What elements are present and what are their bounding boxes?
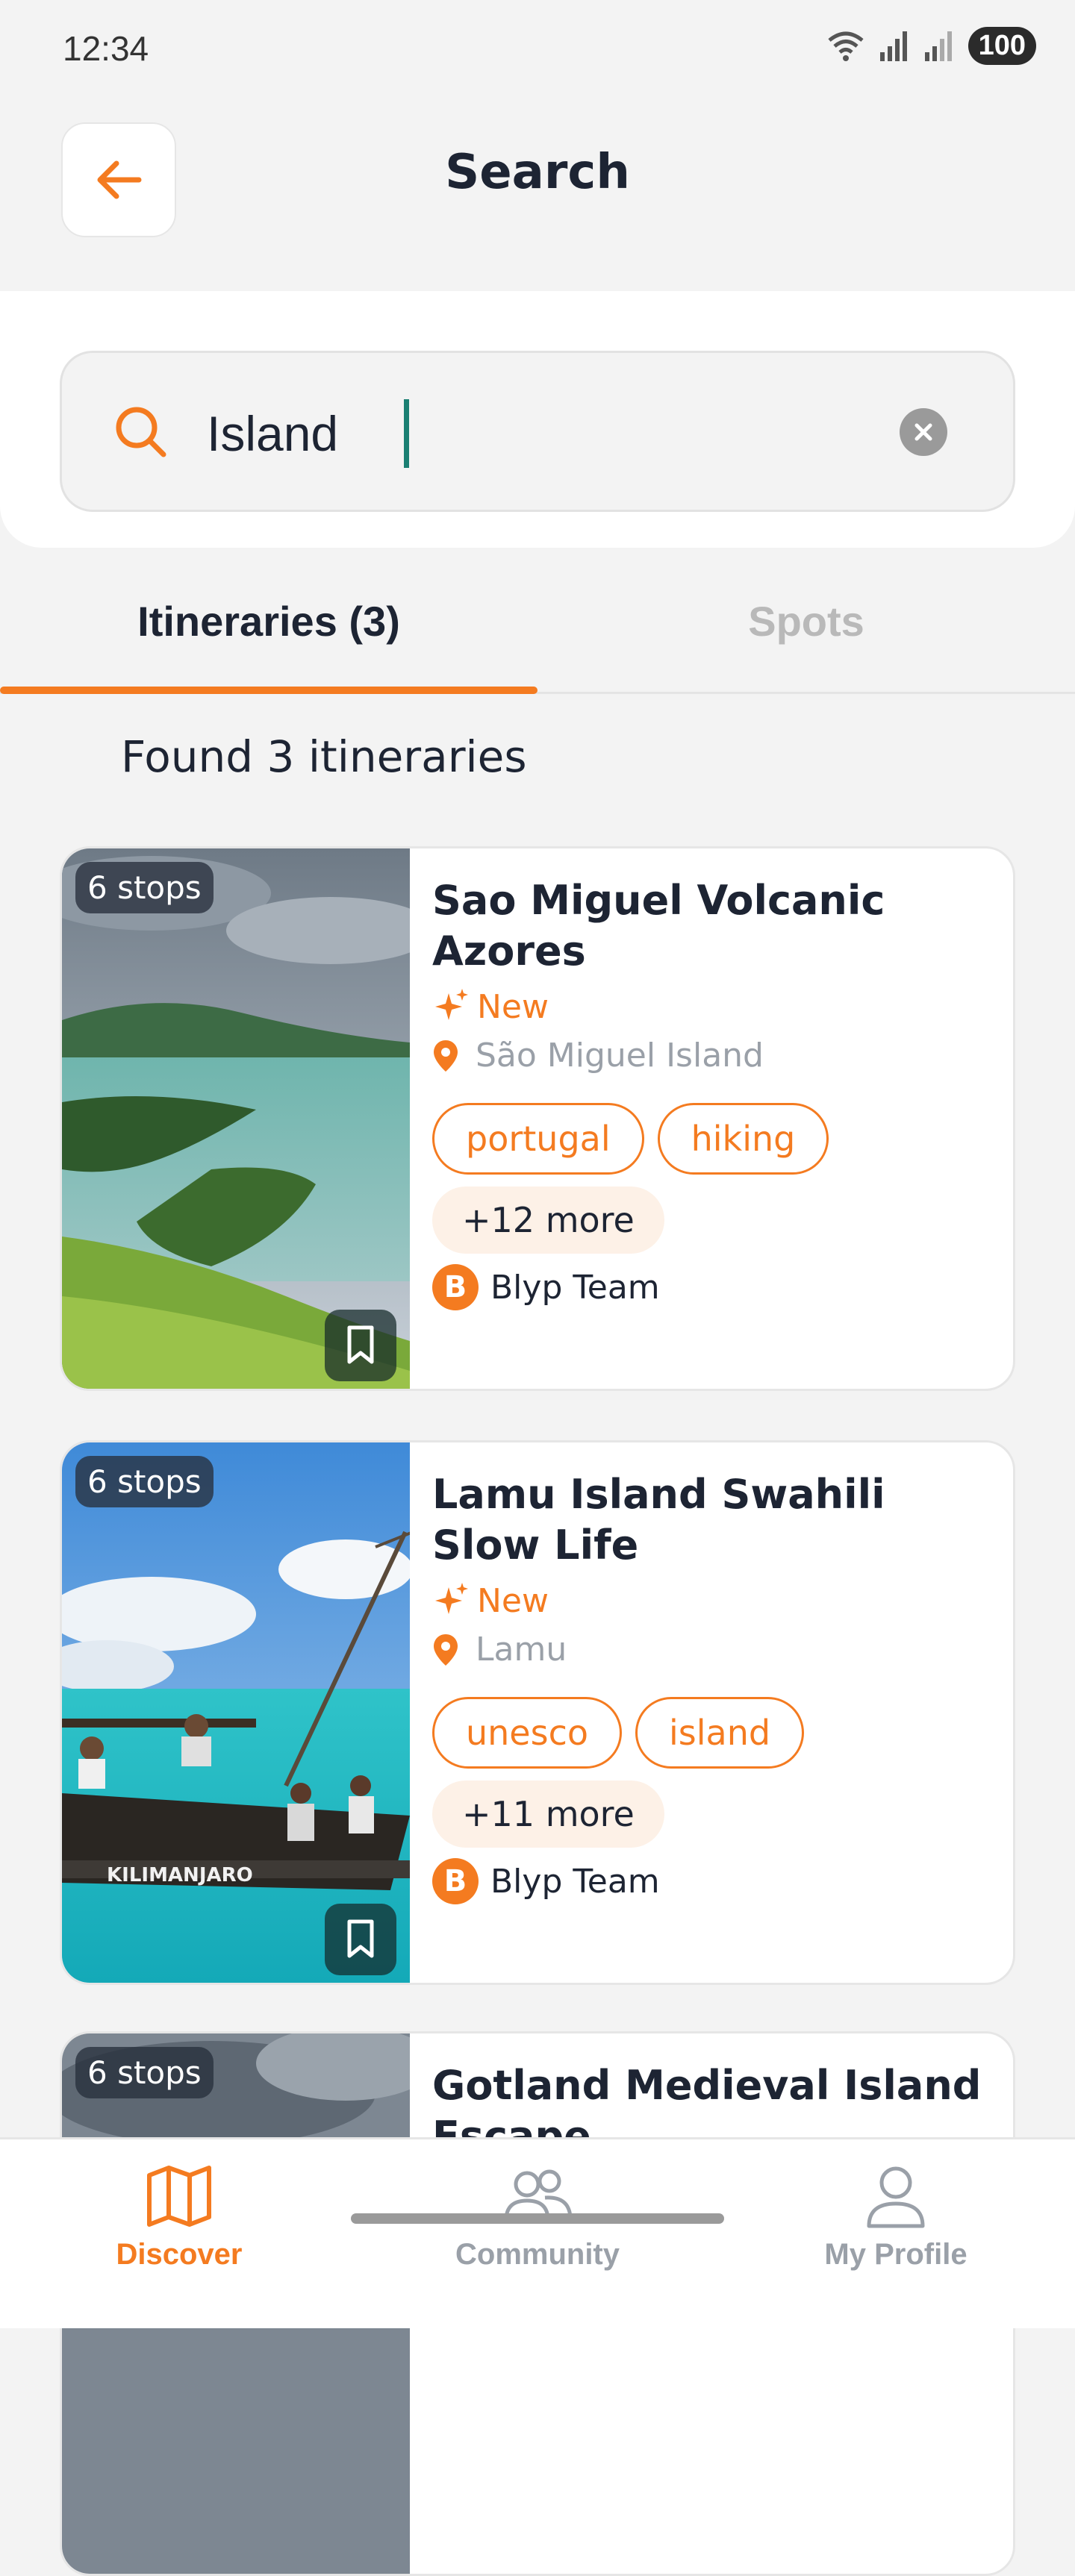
bookmark-button[interactable]: [325, 1904, 396, 1975]
new-badge: New: [432, 1581, 992, 1620]
sparkle-icon: [435, 1583, 468, 1614]
tag-chip[interactable]: unesco: [432, 1697, 623, 1769]
stops-badge: 6 stops: [75, 862, 214, 913]
bookmark-icon: [347, 1325, 374, 1364]
status-time: 12:34: [63, 29, 149, 68]
tab-itineraries[interactable]: Itineraries (3): [0, 548, 538, 694]
more-tags-chip[interactable]: +12 more: [432, 1187, 664, 1254]
search-icon: [116, 407, 166, 457]
location-row: São Miguel Island: [432, 1037, 992, 1075]
itinerary-image: KILIMANJARO 6 stops: [62, 1442, 410, 1983]
tab-spots[interactable]: Spots: [538, 548, 1075, 694]
location-row: Lamu: [432, 1631, 992, 1669]
itinerary-card[interactable]: 6 stops Sao Miguel Volcanic Azores New S…: [60, 846, 1015, 1391]
author-logo: B: [432, 1264, 479, 1310]
tag-chip[interactable]: portugal: [432, 1103, 644, 1175]
page-title: Search: [445, 145, 630, 200]
bookmark-button[interactable]: [325, 1310, 396, 1381]
tag-chip[interactable]: island: [635, 1697, 805, 1769]
map-icon: [147, 2166, 211, 2227]
author-logo: B: [432, 1858, 479, 1904]
itinerary-info: Lamu Island Swahili Slow Life New Lamu u…: [432, 1469, 992, 1904]
signal-icon: [879, 31, 907, 61]
tag-chip[interactable]: hiking: [657, 1103, 829, 1175]
lake-landscape-image: [62, 848, 410, 1389]
location-pin-icon: [434, 1040, 458, 1072]
more-tags-chip[interactable]: +11 more: [432, 1781, 664, 1848]
search-panel: Island: [0, 291, 1075, 548]
result-summary: Found 3 itineraries: [121, 731, 527, 782]
text-caret: [404, 399, 409, 468]
nav-my-profile[interactable]: My Profile: [717, 2139, 1075, 2289]
top-bar: Search: [0, 101, 1075, 291]
wifi-icon: [828, 31, 864, 61]
itinerary-title: Lamu Island Swahili Slow Life: [432, 1471, 885, 1569]
person-icon: [867, 2166, 925, 2228]
author-row: B Blyp Team: [432, 1264, 992, 1310]
clear-search-button[interactable]: [900, 408, 947, 456]
itinerary-info: Sao Miguel Volcanic Azores New São Migue…: [432, 875, 992, 1310]
new-badge: New: [432, 987, 992, 1026]
search-box[interactable]: Island: [60, 351, 1015, 512]
location-pin-icon: [434, 1634, 458, 1666]
sparkle-icon: [435, 989, 468, 1020]
nav-discover[interactable]: Discover: [0, 2139, 358, 2289]
home-indicator[interactable]: [351, 2213, 724, 2224]
author-name: Blyp Team: [490, 1862, 660, 1901]
search-input[interactable]: Island: [207, 392, 338, 475]
result-tabs: Itineraries (3) Spots: [0, 548, 1075, 694]
tag-list: portugal hiking: [432, 1103, 992, 1175]
nav-label: My Profile: [824, 2238, 968, 2271]
clear-icon: [914, 423, 932, 441]
itinerary-card[interactable]: KILIMANJARO 6 stops Lamu Island Swahili …: [60, 1440, 1015, 1985]
new-label: New: [477, 987, 549, 1026]
new-label: New: [477, 1581, 549, 1620]
bottom-nav: Discover Community My Profile: [0, 2137, 1075, 2328]
tab-indicator: [0, 687, 538, 694]
author-name: Blyp Team: [490, 1268, 660, 1307]
dhow-boat-image: KILIMANJARO: [62, 1442, 410, 1983]
author-row: B Blyp Team: [432, 1858, 992, 1904]
bookmark-icon: [347, 1919, 374, 1958]
nav-label: Community: [455, 2238, 620, 2271]
signal-icon: [924, 31, 952, 61]
itinerary-title: Sao Miguel Volcanic Azores: [432, 877, 885, 975]
location-label: São Miguel Island: [476, 1037, 764, 1075]
stops-badge: 6 stops: [75, 1456, 214, 1507]
tag-list: unesco island: [432, 1697, 992, 1769]
battery-icon: 100: [968, 27, 1036, 65]
itinerary-image: 6 stops: [62, 848, 410, 1389]
status-icons: 100: [826, 27, 1036, 65]
svg-text:KILIMANJARO: KILIMANJARO: [107, 1864, 253, 1886]
stops-badge: 6 stops: [75, 2047, 214, 2098]
status-bar: 12:34 100: [0, 0, 1075, 101]
nav-label: Discover: [116, 2238, 243, 2271]
location-label: Lamu: [476, 1631, 567, 1669]
